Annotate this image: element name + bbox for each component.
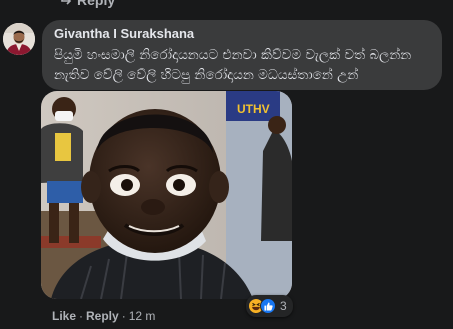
comment-author[interactable]: Givantha I Surakshana — [54, 26, 194, 42]
comment-text: පියුමි හංසමාලි නිරෝදායනයට එනවා කිව්වම වැ… — [54, 47, 412, 83]
user-avatar[interactable] — [3, 23, 35, 55]
comment-actions: Like · Reply · 12 m — [52, 308, 155, 324]
reply-link-top[interactable]: Reply — [60, 0, 116, 8]
comment-bubble: Givantha I Surakshana පියුමි හංසමාලි නිර… — [42, 20, 442, 90]
separator-dot: · — [121, 309, 126, 323]
reply-link[interactable]: Reply — [86, 309, 119, 323]
svg-text:UTHV: UTHV — [237, 102, 270, 116]
like-link[interactable]: Like — [52, 309, 76, 323]
reaction-summary[interactable]: 3 — [246, 295, 293, 317]
separator-dot: · — [79, 309, 84, 323]
reply-label: Reply — [77, 0, 116, 8]
like-thumb-icon — [260, 298, 276, 314]
reply-arrow-icon — [60, 0, 72, 6]
comment-timestamp[interactable]: 12 m — [129, 309, 156, 323]
reaction-count: 3 — [280, 299, 287, 313]
comment-thread: Reply Givantha I Surakshana පියුමි හංසමා… — [0, 0, 453, 329]
comment-photo[interactable]: UTHV — [41, 91, 292, 299]
